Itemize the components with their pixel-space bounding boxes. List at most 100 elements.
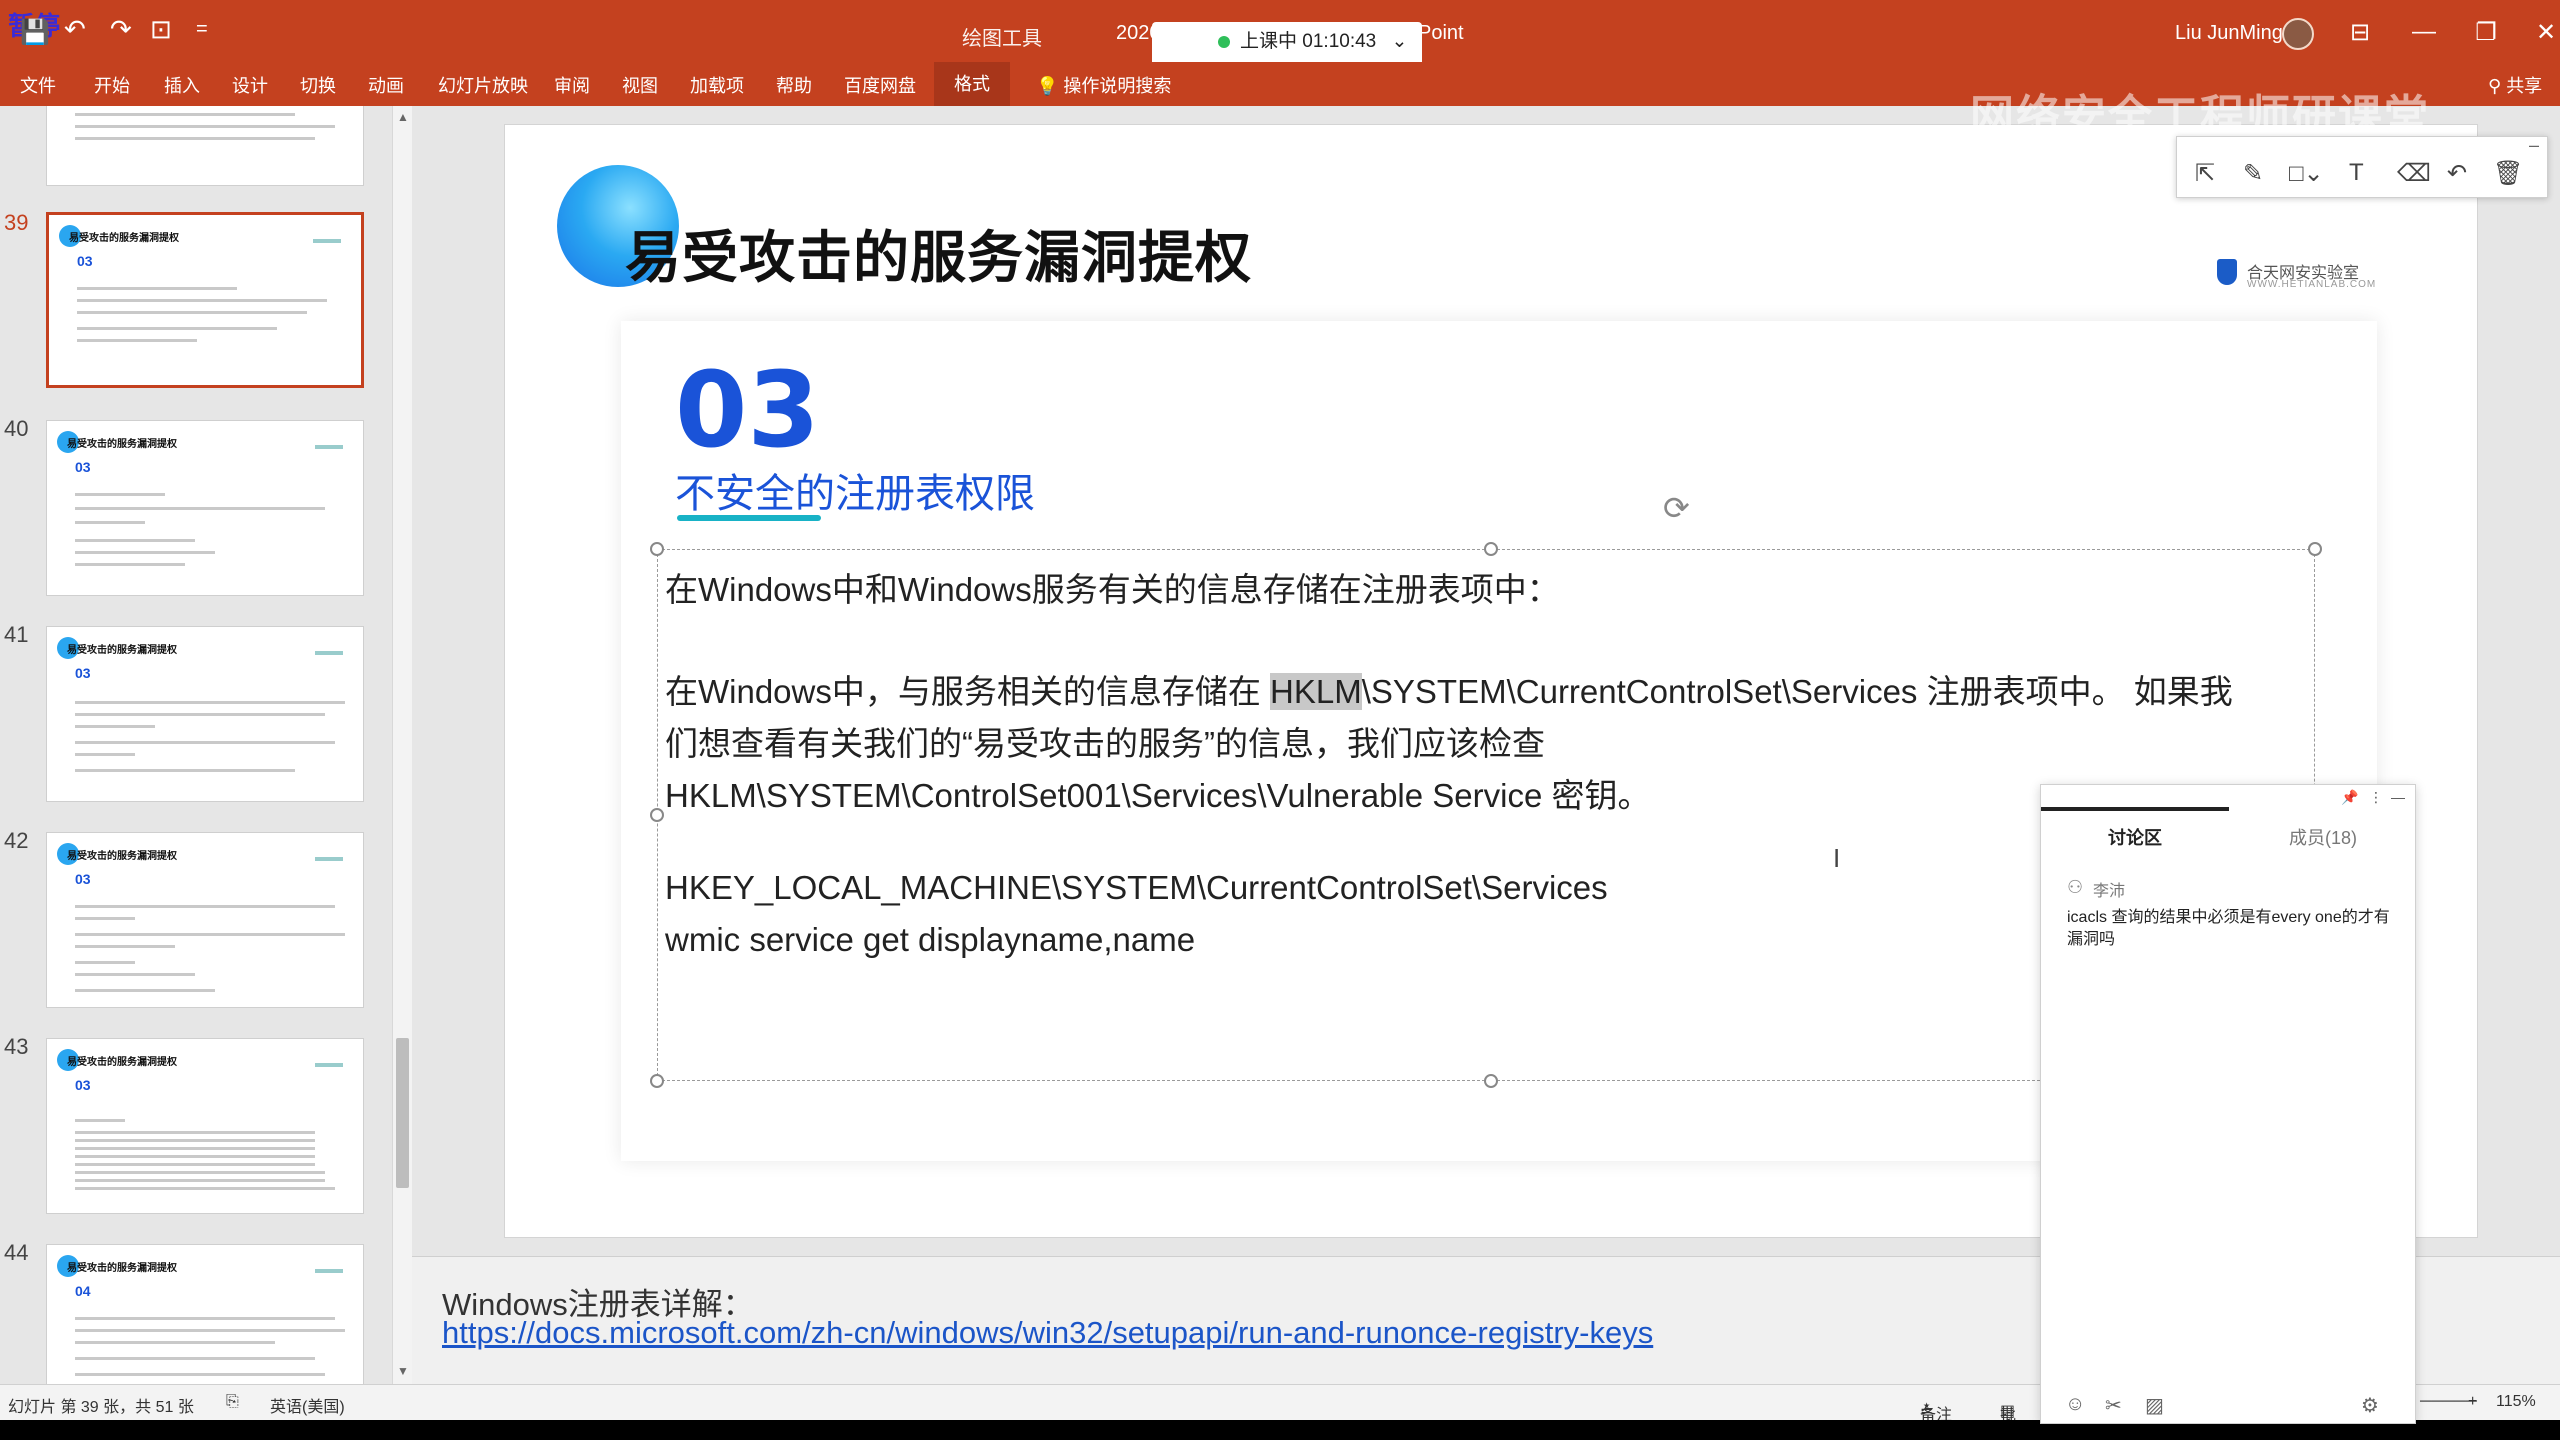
slide-count: 幻灯片 第 39 张，共 51 张 bbox=[8, 1399, 194, 1416]
pin-icon[interactable]: 📌 bbox=[2341, 789, 2358, 806]
rotate-handle-icon[interactable]: ⟳ bbox=[1663, 489, 1690, 527]
image-icon[interactable]: ▨ bbox=[2145, 1393, 2164, 1418]
tell-me-search[interactable]: 💡 操作说明搜索 bbox=[1036, 72, 1171, 98]
tell-me-label: 操作说明搜索 bbox=[1063, 76, 1172, 96]
redo-icon[interactable]: ↷ bbox=[110, 14, 132, 44]
language-indicator[interactable]: 英语(美国) bbox=[270, 1393, 345, 1417]
tab-view[interactable]: 视图 bbox=[622, 72, 658, 98]
pen-icon[interactable]: ✎ bbox=[2243, 159, 2263, 188]
thumbnails-scrollbar[interactable]: ▲ ▼ bbox=[392, 106, 412, 1384]
user-icon: ⚇ bbox=[2067, 877, 2084, 897]
tab-addins[interactable]: 加载项 bbox=[690, 72, 744, 98]
slide-number: 42 bbox=[4, 828, 29, 853]
undo-icon[interactable]: ↶ bbox=[2447, 159, 2467, 188]
scroll-down-icon[interactable]: ▼ bbox=[397, 1364, 409, 1378]
thumb-section: 03 bbox=[75, 459, 91, 475]
slide-thumbnail[interactable]: 易受攻击的服务漏洞提权 03 bbox=[46, 626, 364, 802]
user-name[interactable]: Liu JunMing bbox=[2175, 22, 2283, 45]
minimize-button[interactable]: — bbox=[2404, 18, 2444, 46]
discussion-panel: 📌 ⋮ — 讨论区 成员(18) ⚇ 李沛 icacls 查询的结果中必须是有e… bbox=[2040, 784, 2416, 1424]
tab-slideshow[interactable]: 幻灯片放映 bbox=[438, 72, 528, 98]
body-text: 在Windows中，与服务相关的信息存储在 bbox=[665, 673, 1271, 710]
body-paragraph[interactable]: 们想查看有关我们的“易受攻击的服务”的信息，我们应该检查 bbox=[665, 717, 1545, 765]
tab-transitions[interactable]: 切换 bbox=[300, 72, 336, 98]
highlighted-text: HKLM bbox=[1270, 673, 1362, 710]
present-icon[interactable]: ⊡ bbox=[150, 14, 172, 44]
more-icon[interactable]: ⋮ bbox=[2369, 789, 2383, 806]
tab-help[interactable]: 帮助 bbox=[776, 72, 812, 98]
slide-thumbnail-selected[interactable]: 易受攻击的服务漏洞提权 03 bbox=[46, 212, 364, 388]
customize-qat-icon[interactable]: = bbox=[196, 14, 208, 44]
slide-thumbnails-pane: 39 易受攻击的服务漏洞提权 03 40 易受攻击的服务漏洞提权 03 41 易… bbox=[0, 106, 412, 1384]
slide-number: 40 bbox=[4, 416, 29, 441]
scroll-up-icon[interactable]: ▲ bbox=[397, 110, 409, 124]
tab-file[interactable]: 文件 bbox=[20, 72, 56, 98]
shield-logo-icon bbox=[2217, 259, 2237, 285]
tab-animations[interactable]: 动画 bbox=[368, 72, 404, 98]
section-underline bbox=[677, 515, 821, 521]
thumb-section: 04 bbox=[75, 1283, 91, 1299]
minimize-icon[interactable]: — bbox=[2391, 789, 2405, 805]
resize-handle[interactable] bbox=[1484, 1074, 1498, 1088]
pointer-icon[interactable]: ⇱ bbox=[2195, 159, 2215, 188]
share-button[interactable]: ⚲ 共享 bbox=[2488, 72, 2542, 98]
zoom-in-icon[interactable]: + bbox=[2468, 1393, 2477, 1411]
tab-design[interactable]: 设计 bbox=[232, 72, 268, 98]
trash-icon[interactable]: 🗑 bbox=[2493, 159, 2523, 188]
tab-home[interactable]: 开始 bbox=[94, 72, 130, 98]
text-icon[interactable]: T bbox=[2349, 159, 2364, 187]
restore-button[interactable]: ❐ bbox=[2466, 18, 2506, 47]
scissors-icon[interactable]: ✂ bbox=[2105, 1393, 2122, 1418]
slide-number: 44 bbox=[4, 1240, 29, 1265]
resize-handle[interactable] bbox=[650, 808, 664, 822]
collapse-icon[interactable]: – bbox=[2529, 135, 2539, 156]
body-paragraph[interactable]: wmic service get displayname,name bbox=[665, 921, 1195, 959]
live-class-status[interactable]: 上课中 01:10:43 ⌄ bbox=[1152, 22, 1422, 62]
body-paragraph[interactable]: 在Windows中，与服务相关的信息存储在 HKLM\SYSTEM\Curren… bbox=[665, 665, 2233, 713]
tab-baidu[interactable]: 百度网盘 bbox=[844, 72, 916, 98]
zoom-level[interactable]: 115% bbox=[2496, 1393, 2536, 1411]
thumb-title: 易受攻击的服务漏洞提权 bbox=[69, 233, 179, 244]
slide-number: 41 bbox=[4, 622, 29, 647]
emoji-icon[interactable]: ☺ bbox=[2065, 1393, 2085, 1416]
notes-link[interactable]: https://docs.microsoft.com/zh-cn/windows… bbox=[442, 1315, 1653, 1351]
undo-icon[interactable]: ↶ bbox=[64, 14, 86, 44]
body-paragraph[interactable]: HKEY_LOCAL_MACHINE\SYSTEM\CurrentControl… bbox=[665, 869, 1608, 907]
slide-title[interactable]: 易受攻击的服务漏洞提权 bbox=[625, 213, 1252, 294]
body-paragraph[interactable]: 在Windows中和Windows服务有关的信息存储在注册表项中： bbox=[665, 563, 1560, 611]
slide-thumbnail[interactable] bbox=[46, 106, 364, 186]
message-author: 李沛 bbox=[2093, 883, 2126, 900]
slide-thumbnail[interactable]: 易受攻击的服务漏洞提权 03 bbox=[46, 1038, 364, 1214]
slide-number: 39 bbox=[4, 210, 29, 235]
resize-handle[interactable] bbox=[650, 1074, 664, 1088]
shape-icon[interactable]: □⌄ bbox=[2289, 159, 2324, 188]
close-button[interactable]: ✕ bbox=[2526, 18, 2560, 47]
slide-thumbnail[interactable]: 易受攻击的服务漏洞提权 03 bbox=[46, 420, 364, 596]
context-tools-label: 绘图工具 bbox=[962, 28, 1042, 50]
accessibility-icon[interactable]: ⎘ bbox=[226, 1393, 239, 1411]
settings-icon[interactable]: ⚙ bbox=[2361, 1393, 2379, 1418]
avatar[interactable] bbox=[2282, 18, 2314, 50]
ribbon-display-options-icon[interactable]: ⊟ bbox=[2340, 18, 2380, 47]
window-title-suffix: Point bbox=[1418, 22, 1464, 44]
section-title[interactable]: 不安全的注册表权限 bbox=[675, 461, 1035, 519]
powerpoint-window: 暂停 💾 ↶ ↷ ⊡ = 绘图工具 2020 Point 上课中 01:10:4… bbox=[0, 0, 2560, 1440]
save-icon[interactable]: 💾 bbox=[20, 18, 50, 48]
tab-insert[interactable]: 插入 bbox=[164, 72, 200, 98]
chevron-down-icon: ⌄ bbox=[1391, 31, 1408, 52]
tab-members[interactable]: 成员(18) bbox=[2229, 811, 2417, 865]
resize-handle[interactable] bbox=[1484, 542, 1498, 556]
body-paragraph[interactable]: HKLM\SYSTEM\ControlSet001\Services\Vulne… bbox=[665, 769, 1651, 817]
text-cursor-icon: I bbox=[1833, 843, 1841, 873]
tab-format[interactable]: 格式 bbox=[934, 62, 1010, 106]
section-number[interactable]: 03 bbox=[675, 349, 820, 471]
eraser-icon[interactable]: ⌫ bbox=[2397, 159, 2431, 188]
scrollbar-thumb[interactable] bbox=[396, 1038, 409, 1188]
slide-thumbnail[interactable]: 易受攻击的服务漏洞提权 03 bbox=[46, 832, 364, 1008]
resize-handle[interactable] bbox=[2308, 542, 2322, 556]
tab-review[interactable]: 审阅 bbox=[554, 72, 590, 98]
resize-handle[interactable] bbox=[650, 542, 664, 556]
share-icon: ⚲ bbox=[2488, 76, 2507, 96]
tab-discussion[interactable]: 讨论区 bbox=[2041, 811, 2229, 865]
slide-thumbnail[interactable]: 易受攻击的服务漏洞提权 04 bbox=[46, 1244, 364, 1384]
